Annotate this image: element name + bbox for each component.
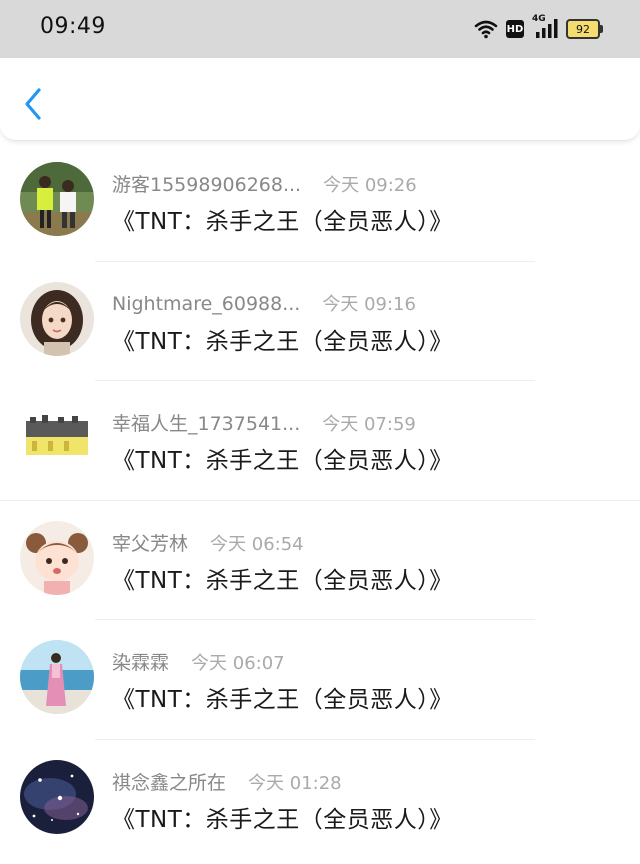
- username[interactable]: 染霖霖: [112, 648, 169, 675]
- hd-icon: HD: [506, 20, 524, 38]
- avatar[interactable]: [20, 520, 94, 595]
- comment-meta: 宰父芳林 今天 06:54: [112, 529, 304, 556]
- comment-text: 《TNT：杀手之王（全员恶人）》: [112, 806, 453, 833]
- status-icons: HD 4G 92: [474, 14, 603, 42]
- username[interactable]: Nightmare_60988...: [112, 293, 300, 315]
- comment-text: 《TNT：杀手之王（全员恶人）》: [112, 209, 453, 235]
- timestamp: 今天 09:16: [322, 293, 416, 315]
- list-item[interactable]: 宰父芳林 今天 06:54 《TNT：杀手之王（全员恶人）》: [0, 501, 640, 620]
- comment-text: 《TNT：杀手之王（全员恶人）》: [112, 328, 453, 355]
- comment-text: 《TNT：杀手之王（全员恶人）》: [112, 448, 453, 474]
- username[interactable]: 祺念鑫之所在: [112, 768, 226, 795]
- comment-meta: 幸福人生_1737541... 今天 07:59: [112, 409, 416, 436]
- network-type: 4G: [532, 14, 546, 24]
- list-item[interactable]: 祺念鑫之所在 今天 01:28 《TNT：杀手之王（全员恶人）》: [0, 740, 640, 860]
- avatar[interactable]: [20, 162, 94, 236]
- comment-list: 游客15598906268... 今天 09:26 《TNT：杀手之王（全员恶人…: [0, 142, 640, 859]
- list-item[interactable]: 幸福人生_1737541... 今天 07:59 《TNT：杀手之王（全员恶人）…: [0, 381, 640, 501]
- battery-level: 92: [576, 22, 590, 36]
- timestamp: 今天 07:59: [322, 414, 416, 435]
- username[interactable]: 幸福人生_1737541...: [112, 409, 300, 436]
- timestamp: 今天 09:26: [323, 175, 417, 196]
- wifi-icon: [474, 20, 498, 39]
- signal-icon: 4G: [532, 14, 558, 40]
- comment-meta: 染霖霖 今天 06:07: [112, 648, 285, 675]
- avatar[interactable]: [20, 640, 94, 714]
- timestamp: 今天 06:07: [191, 653, 285, 674]
- list-item[interactable]: 染霖霖 今天 06:07 《TNT：杀手之王（全员恶人）》: [0, 620, 640, 740]
- username[interactable]: 宰父芳林: [112, 529, 188, 556]
- comment-meta: 祺念鑫之所在 今天 01:28: [112, 768, 342, 795]
- timestamp: 今天 01:28: [248, 772, 342, 794]
- comment-text: 《TNT：杀手之王（全员恶人）》: [112, 567, 453, 594]
- comment-meta: 游客15598906268... 今天 09:26: [112, 170, 417, 197]
- comment-meta: Nightmare_60988... 今天 09:16: [112, 290, 416, 316]
- comment-text: 《TNT：杀手之王（全员恶人）》: [112, 687, 453, 713]
- back-button[interactable]: [22, 86, 46, 122]
- list-item[interactable]: Nightmare_60988... 今天 09:16 《TNT：杀手之王（全员…: [0, 262, 640, 381]
- header-bar: [0, 58, 640, 141]
- list-item[interactable]: 游客15598906268... 今天 09:26 《TNT：杀手之王（全员恶人…: [0, 142, 640, 262]
- username[interactable]: 游客15598906268...: [112, 170, 301, 197]
- timestamp: 今天 06:54: [210, 533, 304, 555]
- avatar[interactable]: [20, 401, 94, 475]
- chevron-left-icon: [25, 88, 41, 120]
- status-time: 09:49: [40, 14, 106, 39]
- status-bar: 09:49 HD 4G 92: [0, 0, 640, 58]
- battery-icon: 92: [566, 19, 603, 39]
- avatar[interactable]: [20, 759, 94, 834]
- avatar[interactable]: [20, 281, 94, 356]
